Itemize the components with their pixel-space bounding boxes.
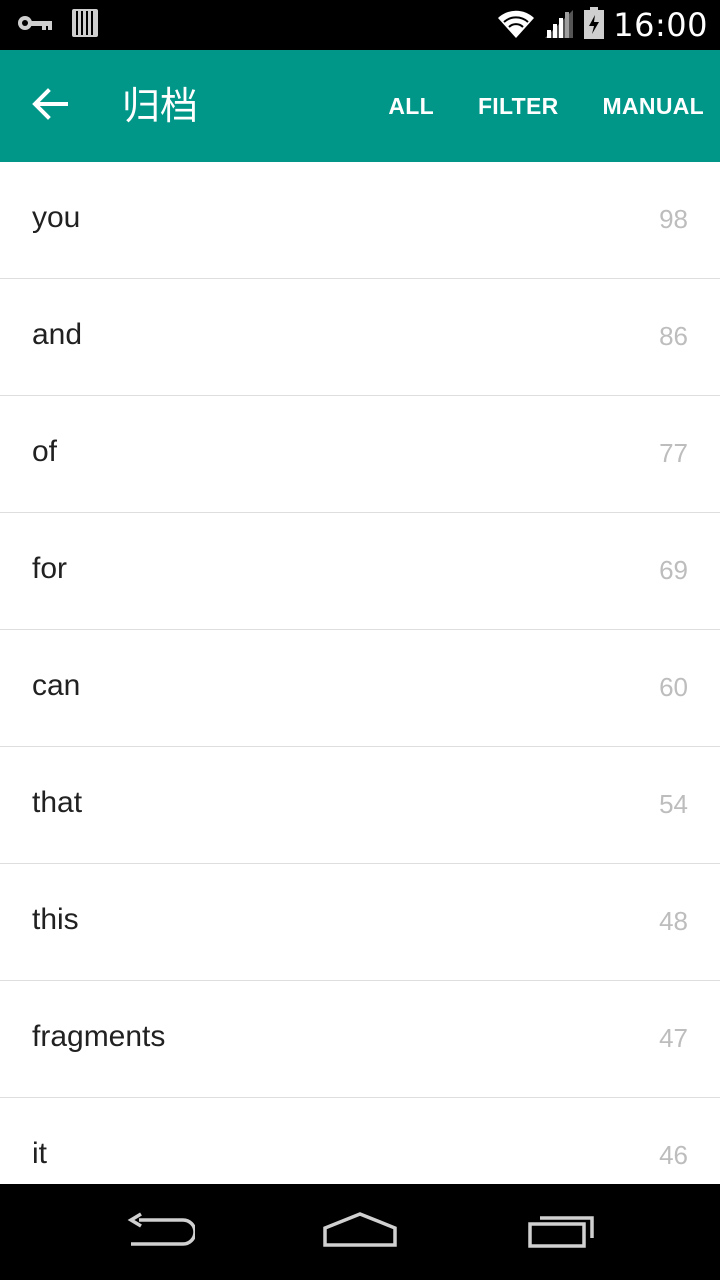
list-item[interactable]: of 77	[0, 396, 720, 513]
nav-recent-apps-button[interactable]	[512, 1202, 612, 1262]
word-count: 86	[659, 321, 688, 351]
nav-back-button[interactable]	[110, 1202, 210, 1262]
word-count: 60	[659, 672, 688, 702]
word-label: you	[32, 201, 81, 234]
list-item[interactable]: it 46	[0, 1098, 720, 1184]
wifi-icon	[497, 8, 535, 43]
list-item[interactable]: that 54	[0, 747, 720, 864]
word-count: 46	[659, 1140, 688, 1170]
back-button[interactable]	[22, 78, 78, 134]
word-list[interactable]: you 98 and 86 of 77 for 69 can 60 that 5…	[0, 162, 720, 1184]
key-icon	[16, 13, 54, 38]
word-count: 98	[659, 204, 688, 234]
back-icon	[125, 1210, 197, 1255]
home-icon	[322, 1210, 398, 1255]
word-label: can	[32, 669, 81, 702]
system-nav-bar	[0, 1184, 720, 1280]
page-title: 归档	[122, 84, 199, 128]
word-label: and	[32, 318, 83, 351]
list-item[interactable]: can 60	[0, 630, 720, 747]
recent-apps-icon	[526, 1210, 598, 1255]
barcode-icon	[72, 8, 98, 42]
word-label: this	[32, 903, 79, 936]
all-button[interactable]: ALL	[388, 93, 434, 120]
word-count: 47	[659, 1023, 688, 1053]
arrow-back-icon	[32, 87, 68, 125]
manual-button[interactable]: MANUAL	[603, 93, 704, 120]
list-item[interactable]: you 98	[0, 162, 720, 279]
list-item[interactable]: fragments 47	[0, 981, 720, 1098]
word-label: it	[32, 1137, 47, 1170]
nav-home-button[interactable]	[310, 1202, 410, 1262]
status-bar: 16:00	[0, 0, 720, 50]
action-menu: ALL FILTER MANUAL	[388, 86, 704, 126]
list-item[interactable]: for 69	[0, 513, 720, 630]
word-count: 48	[659, 906, 688, 936]
word-count: 54	[659, 789, 688, 819]
word-label: of	[32, 435, 58, 468]
signal-icon	[543, 8, 575, 43]
battery-icon	[583, 6, 605, 44]
word-label: that	[32, 786, 83, 819]
word-label: fragments	[32, 1020, 166, 1053]
filter-button[interactable]: FILTER	[478, 93, 559, 120]
app-bar: 归档 ALL FILTER MANUAL	[0, 50, 720, 162]
word-count: 77	[659, 438, 688, 468]
word-label: for	[32, 552, 68, 585]
list-item[interactable]: this 48	[0, 864, 720, 981]
list-item[interactable]: and 86	[0, 279, 720, 396]
status-time: 16:00	[613, 6, 708, 44]
word-count: 69	[659, 555, 688, 585]
